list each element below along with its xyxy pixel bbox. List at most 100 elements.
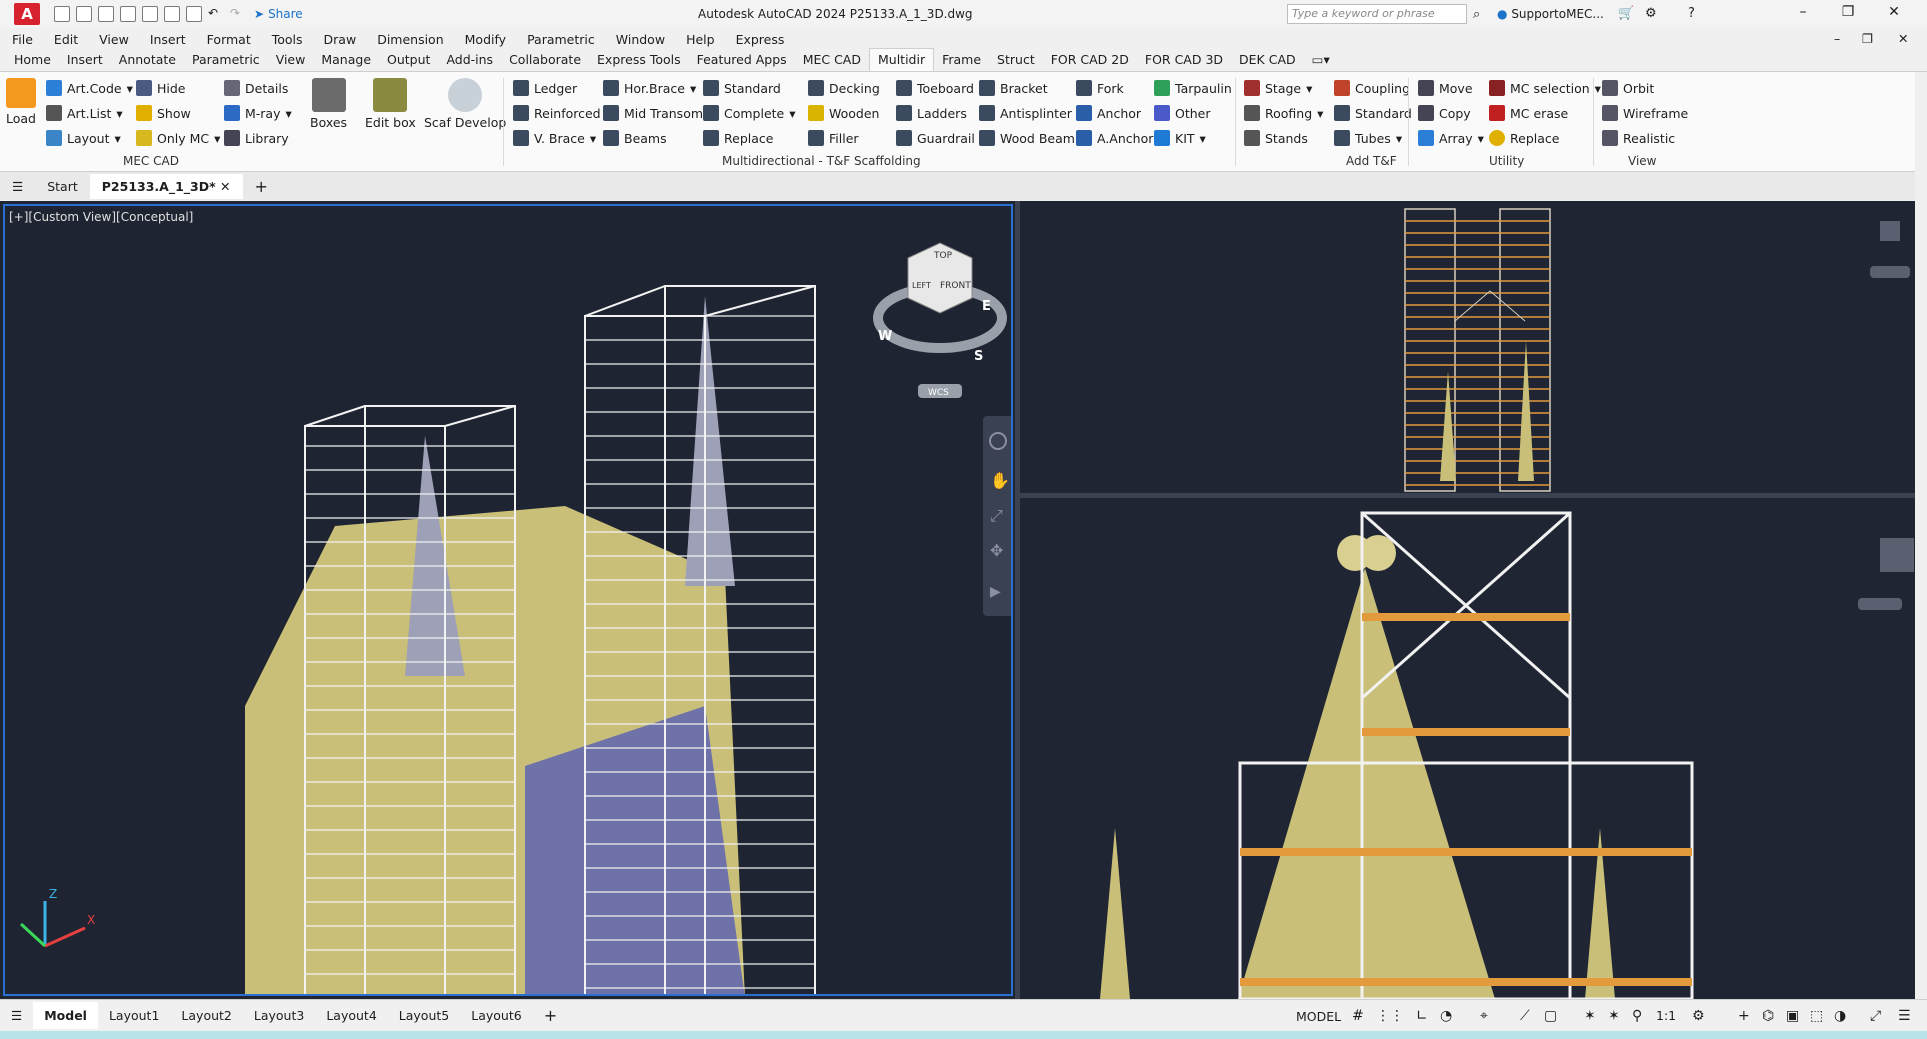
standard-button[interactable]: Standard <box>703 80 781 96</box>
tab-featured-apps[interactable]: Featured Apps <box>689 49 795 71</box>
fullscreen-icon[interactable]: ⤢ <box>1870 1008 1881 1024</box>
menu-express[interactable]: Express <box>736 32 785 47</box>
print-icon[interactable] <box>186 6 202 22</box>
pan-icon[interactable]: ✋ <box>990 471 1010 490</box>
minimize-icon[interactable]: – <box>1789 4 1817 20</box>
bracket-button[interactable]: Bracket <box>979 80 1048 96</box>
anchor-button[interactable]: Anchor <box>1076 105 1141 121</box>
wooden-button[interactable]: Wooden <box>808 105 879 121</box>
file-tab-start[interactable]: Start <box>35 174 90 199</box>
stage-button[interactable]: Stage ▾ <box>1244 80 1312 96</box>
edit-box-button[interactable]: Edit box <box>365 78 416 130</box>
viewcube-mini-icon[interactable] <box>1880 221 1900 241</box>
zoom-icon[interactable]: ⤢ <box>990 506 1003 525</box>
wcs-mini-button[interactable] <box>1870 266 1910 278</box>
art-code-button[interactable]: Art.Code ▾ <box>46 80 133 96</box>
complete-button[interactable]: Complete ▾ <box>703 105 796 121</box>
replace2-button[interactable]: Replace <box>1489 130 1559 146</box>
autocad-logo-icon[interactable]: A <box>14 3 40 25</box>
tab-for-cad-2d[interactable]: FOR CAD 2D <box>1043 49 1137 71</box>
v-brace-button[interactable]: V. Brace ▾ <box>513 130 596 146</box>
scale-selector[interactable]: 1:1 <box>1656 1008 1676 1023</box>
graphics-icon[interactable]: ◑ <box>1834 1008 1846 1024</box>
wood-beam-button[interactable]: Wood Beam <box>979 130 1075 146</box>
layout-button[interactable]: Layout ▾ <box>46 130 121 146</box>
guardrail-button[interactable]: Guardrail <box>896 130 975 146</box>
annotation-scale-icon[interactable]: ⚲ <box>1632 1008 1642 1024</box>
search-icon[interactable]: ⌕ <box>1473 7 1480 22</box>
move-button[interactable]: Move <box>1418 80 1473 96</box>
tubes-button[interactable]: Tubes ▾ <box>1334 130 1402 146</box>
save-as-icon[interactable] <box>120 6 136 22</box>
cart-icon[interactable]: 🛒 <box>1618 6 1634 21</box>
model-space-toggle[interactable]: MODEL <box>1296 1009 1341 1024</box>
layout-tab-1[interactable]: Layout1 <box>98 1002 170 1029</box>
reinforced-button[interactable]: Reinforced <box>513 105 601 121</box>
menu-parametric[interactable]: Parametric <box>527 32 595 47</box>
realistic-button[interactable]: Realistic <box>1602 130 1675 146</box>
help-icon[interactable]: ? <box>1688 6 1695 21</box>
close-icon[interactable]: ✕ <box>1880 4 1908 20</box>
m-ray-button[interactable]: M-ray ▾ <box>224 105 292 121</box>
layout-tab-model[interactable]: Model <box>33 1002 98 1029</box>
menu-edit[interactable]: Edit <box>54 32 78 47</box>
lineweight-icon[interactable]: ⟋ <box>1520 1008 1530 1024</box>
menu-file[interactable]: File <box>12 32 33 47</box>
isolate-icon[interactable]: ⌬ <box>1762 1008 1774 1024</box>
tab-manage[interactable]: Manage <box>313 49 379 71</box>
standard2-button[interactable]: Standard <box>1334 105 1412 121</box>
copy-button[interactable]: Copy <box>1418 105 1471 121</box>
annotation-visibility-icon[interactable]: ✶ <box>1584 1008 1596 1024</box>
tarpaulin-button[interactable]: Tarpaulin <box>1154 80 1232 96</box>
tab-parametric[interactable]: Parametric <box>184 49 268 71</box>
scaf-develop-button[interactable]: Scaf Develop <box>424 78 506 130</box>
library-button[interactable]: Library <box>224 130 289 146</box>
details-button[interactable]: Details <box>224 80 288 96</box>
osnap-icon[interactable]: ⌖ <box>1480 1008 1488 1024</box>
a-anchor-button[interactable]: A.Anchor <box>1076 130 1153 146</box>
orbit-nav-icon[interactable]: ✥ <box>990 541 1003 560</box>
tab-mec-cad[interactable]: MEC CAD <box>795 49 869 71</box>
view-cube[interactable]: TOP FRONT LEFT W S E WCS <box>873 242 1007 398</box>
menu-format[interactable]: Format <box>207 32 251 47</box>
new-tab-icon[interactable]: + <box>243 172 280 201</box>
viewcube-right-icon[interactable] <box>1880 538 1914 572</box>
tab-annotate[interactable]: Annotate <box>111 49 184 71</box>
redo-icon[interactable]: ↷ <box>230 6 246 22</box>
hide-button[interactable]: Hide <box>136 80 186 96</box>
menu-view[interactable]: View <box>99 32 129 47</box>
search-input[interactable]: Type a keyword or phrase <box>1287 4 1467 24</box>
hardware-acceleration-icon[interactable]: ▣ <box>1786 1008 1799 1024</box>
add-layout-icon[interactable]: + <box>533 1000 568 1031</box>
decking-button[interactable]: Decking <box>808 80 880 96</box>
kit-button[interactable]: KIT ▾ <box>1154 130 1206 146</box>
layout-tab-5[interactable]: Layout5 <box>388 1002 460 1029</box>
fork-button[interactable]: Fork <box>1076 80 1124 96</box>
new-file-icon[interactable] <box>54 6 70 22</box>
mc-selection-button[interactable]: MC selection ▾ <box>1489 80 1601 96</box>
tab-view[interactable]: View <box>268 49 314 71</box>
viewport-3d[interactable]: [+][Custom View][Conceptual] TOP FRONT L… <box>3 204 1013 996</box>
load-button[interactable]: Load <box>6 78 36 126</box>
toeboard-button[interactable]: Toeboard <box>896 80 974 96</box>
menu-modify[interactable]: Modify <box>465 32 506 47</box>
menu-draw[interactable]: Draw <box>324 32 357 47</box>
tab-home[interactable]: Home <box>6 49 59 71</box>
polar-icon[interactable]: ◔ <box>1440 1008 1452 1024</box>
ladders-button[interactable]: Ladders <box>896 105 967 121</box>
viewport-top-right[interactable] <box>1020 201 1915 493</box>
other-button[interactable]: Other <box>1154 105 1211 121</box>
open-file-icon[interactable] <box>76 6 92 22</box>
show-button[interactable]: Show <box>136 105 191 121</box>
layout-tab-6[interactable]: Layout6 <box>460 1002 532 1029</box>
save-icon[interactable] <box>98 6 114 22</box>
workspace-gear-icon[interactable]: ⚙ <box>1692 1008 1705 1024</box>
export-icon[interactable] <box>164 6 180 22</box>
antisplinter-button[interactable]: Antisplinter <box>979 105 1072 121</box>
menu-help[interactable]: Help <box>686 32 715 47</box>
tab-insert[interactable]: Insert <box>59 49 111 71</box>
tab-multidir[interactable]: Multidir <box>868 48 935 71</box>
drawing-area[interactable]: [+][Custom View][Conceptual] TOP FRONT L… <box>0 201 1915 999</box>
close-tab-icon[interactable]: ✕ <box>220 179 230 194</box>
menu-window[interactable]: Window <box>616 32 665 47</box>
